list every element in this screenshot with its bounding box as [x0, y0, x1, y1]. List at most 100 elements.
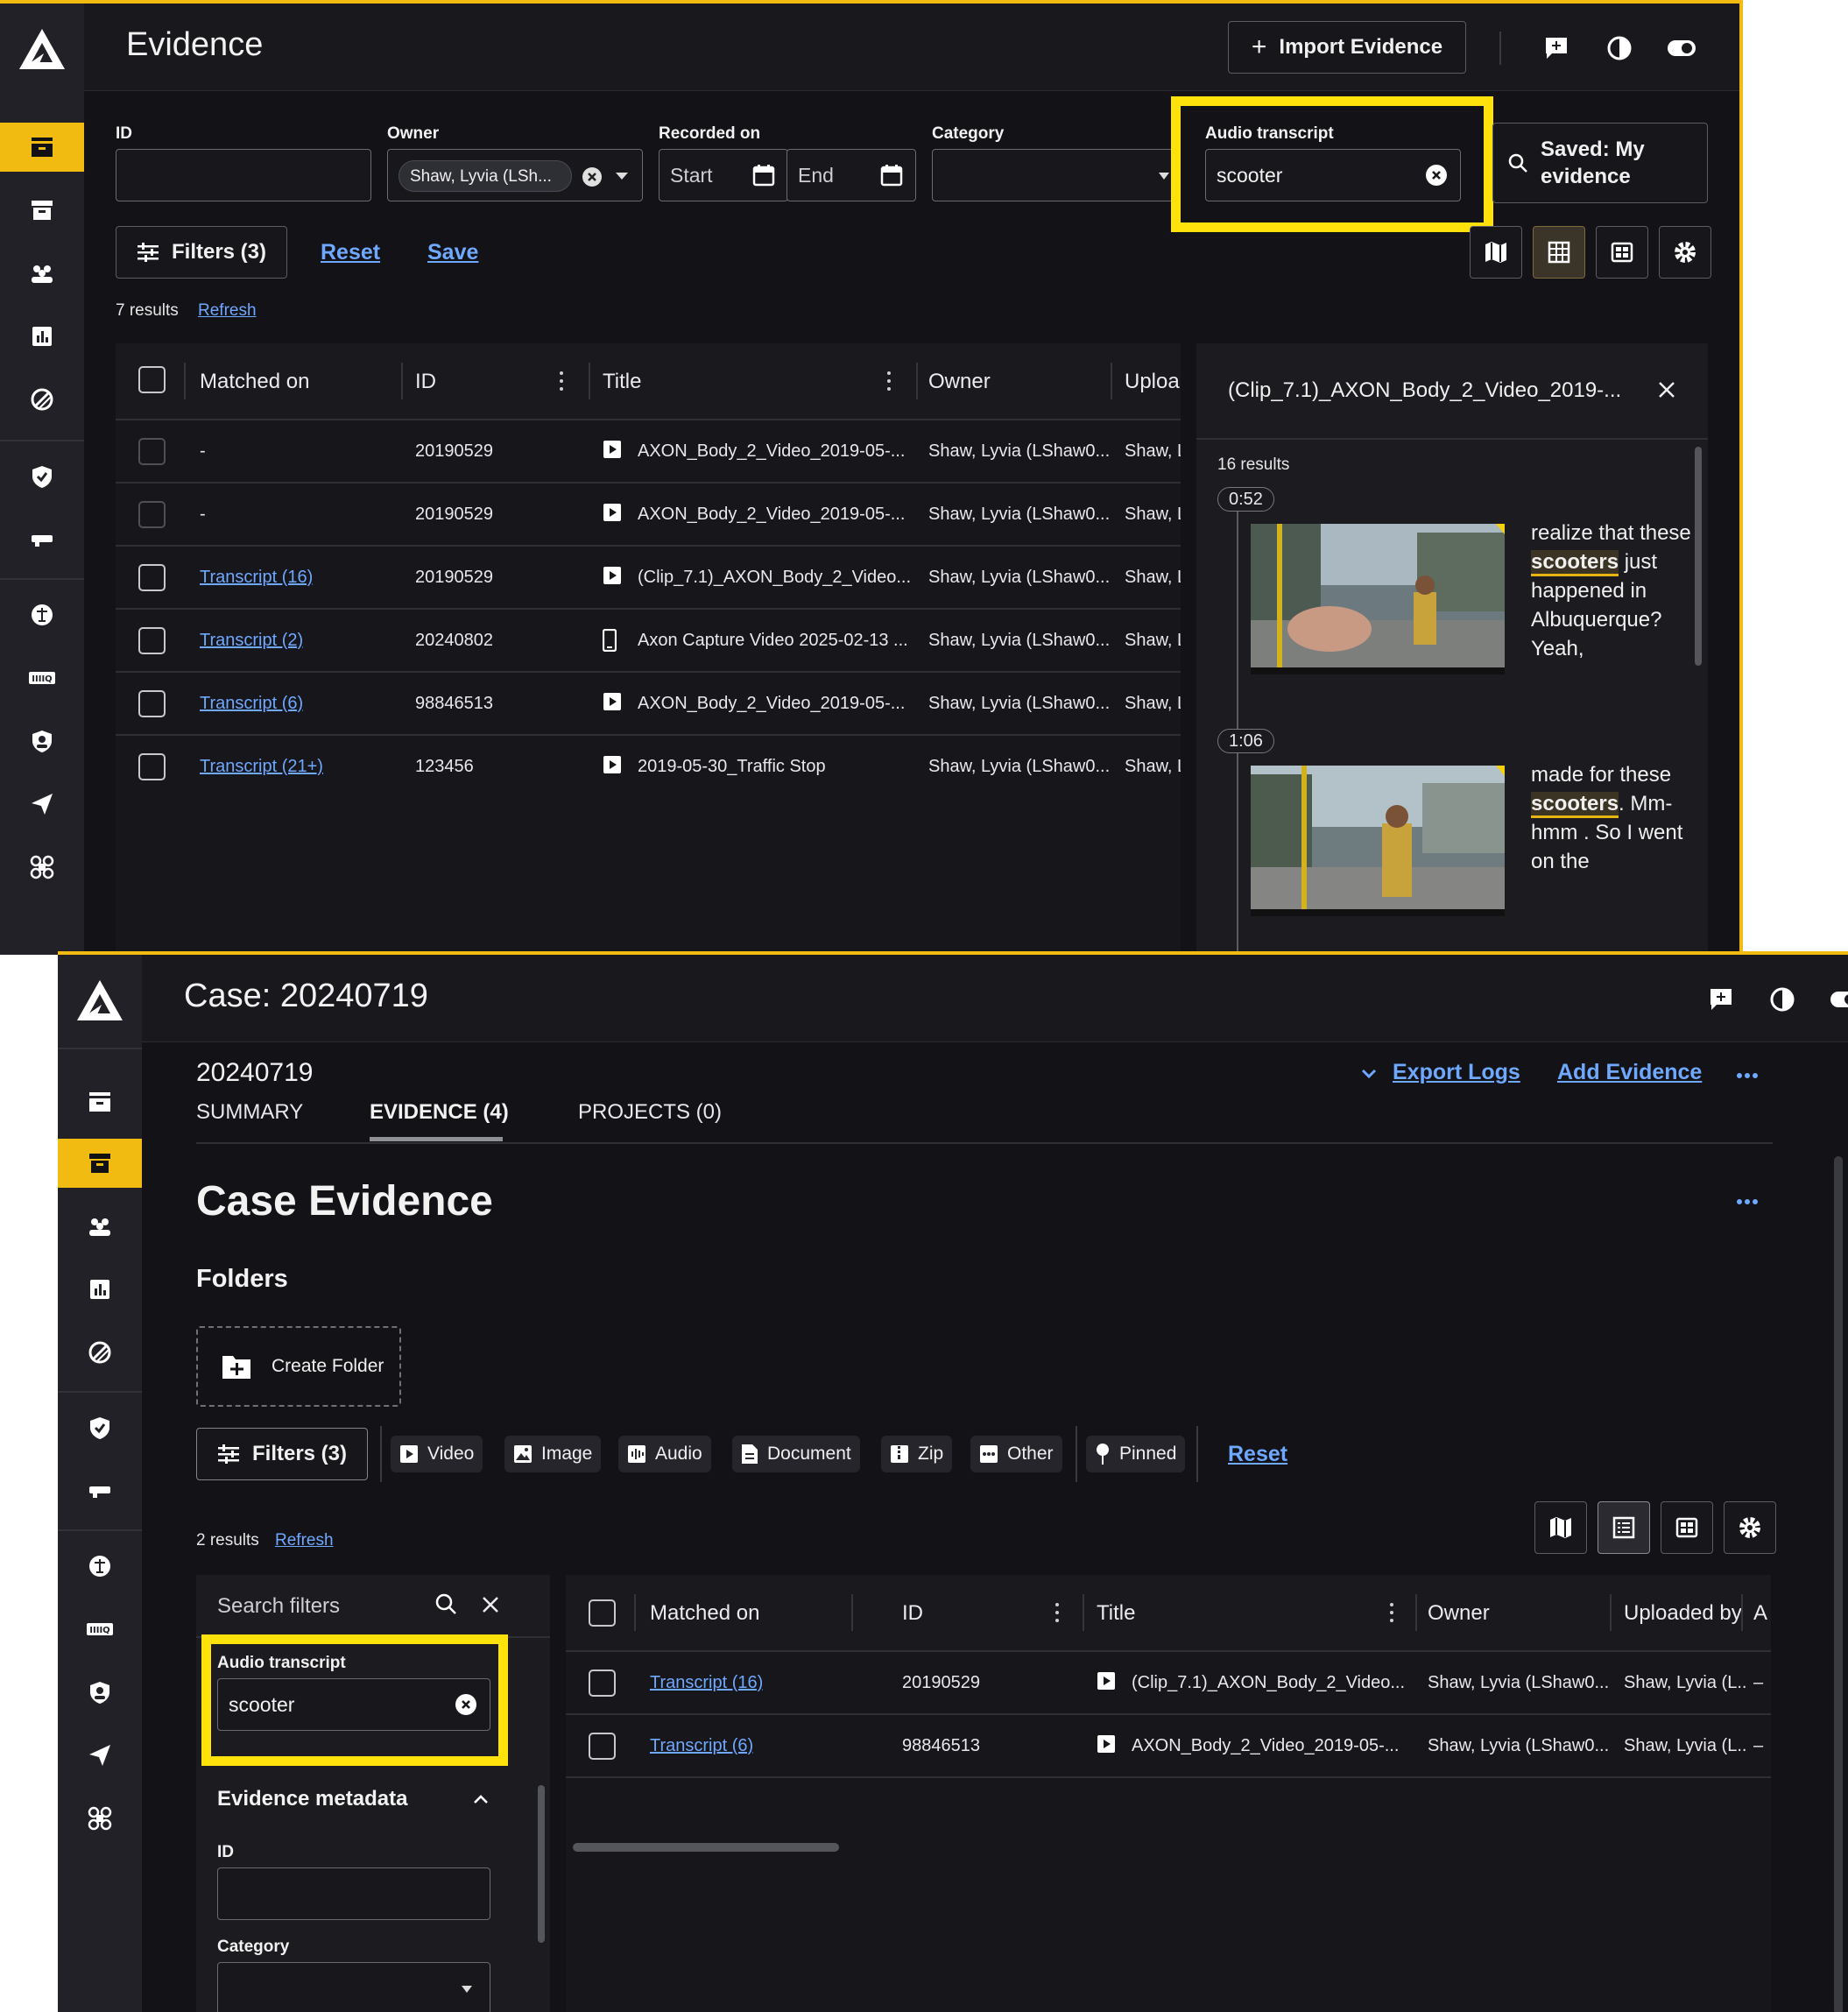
- export-logs-link[interactable]: Export Logs: [1393, 1060, 1520, 1085]
- page-scrollbar[interactable]: [1834, 1156, 1843, 2012]
- tab-projects[interactable]: PROJECTS (0): [578, 1100, 722, 1125]
- nav-restricted-icon[interactable]: [0, 375, 84, 424]
- column-menu-icon[interactable]: [1054, 1603, 1060, 1627]
- column-header-owner[interactable]: Owner: [928, 370, 991, 394]
- title-cell[interactable]: AXON_Body_2_Video_2019-05-...: [638, 441, 918, 462]
- filter-chip-audio[interactable]: Audio: [618, 1436, 711, 1472]
- nav-cases-icon[interactable]: [0, 186, 84, 235]
- category-filter-select[interactable]: [217, 1962, 490, 2012]
- evidence-metadata-heading[interactable]: Evidence metadata: [217, 1787, 407, 1811]
- owner-chip[interactable]: Shaw, Lyvia (LSh...: [399, 160, 602, 192]
- create-folder-button[interactable]: Create Folder: [196, 1326, 401, 1407]
- column-header-id[interactable]: ID: [415, 370, 436, 394]
- row-checkbox[interactable]: [138, 564, 166, 591]
- column-header-title[interactable]: Title: [1097, 1601, 1135, 1626]
- reset-link[interactable]: Reset: [321, 240, 380, 265]
- video-thumbnail[interactable]: [1251, 524, 1505, 674]
- contrast-icon[interactable]: [1769, 986, 1795, 1013]
- nav-axon-iq-icon[interactable]: IIIIQ: [58, 1605, 142, 1654]
- chevron-up-icon[interactable]: [473, 1794, 489, 1804]
- nav-device-icon[interactable]: [0, 515, 84, 564]
- refresh-link[interactable]: Refresh: [275, 1531, 334, 1550]
- filter-chip-video[interactable]: Video: [391, 1436, 483, 1472]
- horizontal-scrollbar[interactable]: [573, 1843, 839, 1852]
- matched-on-cell[interactable]: Transcript (2): [200, 631, 303, 651]
- column-header-id[interactable]: ID: [902, 1601, 923, 1626]
- nav-justice-icon[interactable]: [58, 1542, 142, 1591]
- id-filter-input[interactable]: [116, 149, 371, 201]
- import-evidence-button[interactable]: + Import Evidence: [1228, 21, 1466, 74]
- matched-on-cell[interactable]: Transcript (16): [650, 1673, 763, 1693]
- video-thumbnail[interactable]: [1251, 766, 1505, 916]
- filters-button[interactable]: Filters (3): [116, 226, 287, 279]
- matched-on-cell[interactable]: Transcript (21+): [200, 757, 323, 777]
- nav-evidence-icon[interactable]: [0, 123, 84, 172]
- table-row[interactable]: Transcript (21+) 123456 2019-05-30_Traffic…: [116, 736, 1181, 799]
- calendar-icon[interactable]: [880, 164, 903, 187]
- column-header-uploaded[interactable]: Uploaded by: [1624, 1601, 1742, 1626]
- row-checkbox[interactable]: [138, 690, 166, 717]
- add-evidence-link[interactable]: Add Evidence: [1557, 1060, 1702, 1085]
- chip-remove-icon[interactable]: [582, 166, 603, 187]
- nav-axon-iq-icon[interactable]: IIIIQ: [0, 653, 84, 702]
- close-icon[interactable]: [1657, 380, 1676, 399]
- axon-logo-icon[interactable]: [0, 23, 84, 75]
- title-cell[interactable]: AXON_Body_2_Video_2019-05-...: [638, 505, 918, 525]
- nav-cases-icon[interactable]: [58, 1139, 142, 1188]
- row-checkbox[interactable]: [138, 501, 166, 528]
- nav-drone-icon[interactable]: [58, 1794, 142, 1843]
- map-view-button[interactable]: [1470, 226, 1522, 279]
- row-checkbox[interactable]: [138, 627, 166, 654]
- settings-button[interactable]: [1659, 226, 1711, 279]
- refresh-link[interactable]: Refresh: [198, 301, 257, 321]
- search-filters-placeholder[interactable]: Search filters: [217, 1594, 340, 1619]
- nav-drone-icon[interactable]: [0, 843, 84, 892]
- nav-people-icon[interactable]: [58, 1202, 142, 1251]
- title-cell[interactable]: Axon Capture Video 2025-02-13 ...: [638, 631, 918, 651]
- tab-evidence[interactable]: EVIDENCE (4): [370, 1100, 509, 1125]
- filter-chip-image[interactable]: Image: [504, 1436, 602, 1472]
- chevron-down-icon[interactable]: [1361, 1069, 1377, 1079]
- id-filter-input[interactable]: [217, 1867, 490, 1920]
- calendar-icon[interactable]: [752, 164, 775, 187]
- filter-chip-other[interactable]: Other: [970, 1436, 1062, 1472]
- more-options-icon[interactable]: [1736, 1072, 1759, 1079]
- table-row[interactable]: Transcript (2) 20240802 Axon Capture Video…: [116, 610, 1181, 673]
- table-row[interactable]: - 20190529 AXON_Body_2_Video_2019-05-... Sh…: [116, 420, 1181, 484]
- row-checkbox[interactable]: [589, 1733, 616, 1760]
- column-menu-icon[interactable]: [1389, 1603, 1394, 1627]
- category-filter-select[interactable]: [932, 149, 1174, 201]
- toggle-icon[interactable]: [1666, 37, 1697, 60]
- title-cell[interactable]: AXON_Body_2_Video_2019-05-...: [1132, 1736, 1417, 1756]
- title-cell[interactable]: AXON_Body_2_Video_2019-05-...: [638, 694, 918, 714]
- toggle-icon[interactable]: [1829, 988, 1848, 1011]
- column-header-uploaded[interactable]: Uploa: [1125, 370, 1181, 394]
- column-header-matched[interactable]: Matched on: [200, 370, 309, 394]
- row-checkbox[interactable]: [589, 1670, 616, 1697]
- nav-send-icon[interactable]: [0, 780, 84, 829]
- nav-justice-icon[interactable]: [0, 590, 84, 639]
- list-view-button[interactable]: [1598, 1501, 1650, 1554]
- column-menu-icon[interactable]: [886, 371, 892, 395]
- contrast-icon[interactable]: [1606, 35, 1633, 61]
- select-all-checkbox[interactable]: [138, 366, 166, 393]
- table-row[interactable]: - 20190529 AXON_Body_2_Video_2019-05-... Sh…: [116, 484, 1181, 547]
- nav-restricted-icon[interactable]: [58, 1328, 142, 1377]
- matched-on-cell[interactable]: Transcript (6): [650, 1736, 753, 1756]
- filter-chip-pinned[interactable]: Pinned: [1086, 1436, 1186, 1472]
- column-header-extra[interactable]: A: [1753, 1601, 1771, 1626]
- title-cell[interactable]: 2019-05-30_Traffic Stop: [638, 757, 918, 777]
- matched-on-cell[interactable]: Transcript (6): [200, 694, 303, 714]
- start-date-input[interactable]: Start: [659, 149, 788, 201]
- settings-button[interactable]: [1724, 1501, 1776, 1554]
- nav-officer-icon[interactable]: [58, 1668, 142, 1717]
- title-cell[interactable]: (Clip_7.1)_AXON_Body_2_Video...: [1132, 1673, 1417, 1693]
- filter-chip-document[interactable]: Document: [732, 1436, 860, 1472]
- filter-chip-zip[interactable]: Zip: [881, 1436, 953, 1472]
- matched-on-cell[interactable]: Transcript (16): [200, 568, 313, 588]
- close-icon[interactable]: [482, 1596, 499, 1613]
- table-row[interactable]: Transcript (16) 20190529 (Clip_7.1)_AXON_B…: [116, 547, 1181, 610]
- end-date-input[interactable]: End: [786, 149, 916, 201]
- nav-reports-icon[interactable]: [58, 1265, 142, 1314]
- table-row[interactable]: Transcript (16) 20190529 (Clip_7.1)_AXON_B…: [566, 1652, 1771, 1715]
